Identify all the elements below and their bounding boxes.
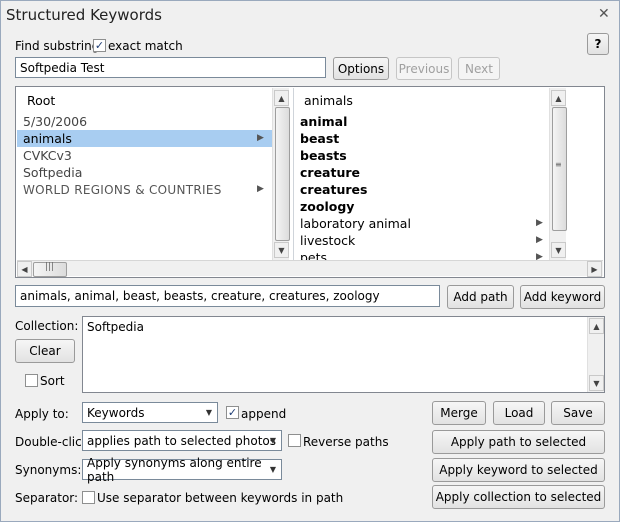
double-click-value: applies path to selected photos <box>87 433 276 448</box>
list-item-label: beast <box>300 131 340 146</box>
submenu-arrow-icon: ▶ <box>257 184 264 194</box>
list-item-label: pets <box>300 250 328 260</box>
list-item-label: zoology <box>300 199 355 214</box>
list-item[interactable]: animal <box>294 113 549 130</box>
find-substring-input[interactable]: Softpedia Test <box>15 57 326 78</box>
close-icon[interactable]: ✕ <box>598 6 610 22</box>
root-column-scrollbar[interactable]: ▲ ▼ <box>272 88 290 260</box>
grip-icon: ||| <box>45 262 55 272</box>
list-item-label: livestock <box>300 233 356 248</box>
check-icon: ✓ <box>227 406 238 419</box>
apply-to-value: Keywords <box>87 405 145 420</box>
scroll-thumb[interactable]: ||| <box>33 262 67 277</box>
sort-checkbox[interactable] <box>25 374 38 387</box>
scroll-down-arrow-icon[interactable]: ▼ <box>589 375 604 391</box>
animals-column: animals animal beast beasts creature creatur… <box>293 88 549 260</box>
scroll-right-arrow-icon[interactable]: ▶ <box>587 261 602 277</box>
next-button[interactable]: Next <box>458 57 500 80</box>
add-keyword-button[interactable]: Add keyword <box>520 285 605 309</box>
options-button[interactable]: Options <box>333 57 389 80</box>
list-item[interactable]: livestock ▶ <box>294 232 549 249</box>
animals-column-scrollbar[interactable]: ▲ ≡ ▼ <box>549 88 567 260</box>
scroll-up-arrow-icon[interactable]: ▲ <box>551 90 566 106</box>
exact-match-label: exact match <box>108 39 183 53</box>
window-title: Structured Keywords <box>6 6 162 24</box>
list-item[interactable]: zoology <box>294 198 549 215</box>
list-item-label: CVKCv3 <box>23 148 72 163</box>
submenu-arrow-icon: ▶ <box>536 218 543 228</box>
check-icon: ✓ <box>94 39 105 52</box>
merge-button[interactable]: Merge <box>432 401 486 425</box>
previous-button[interactable]: Previous <box>396 57 452 80</box>
list-item-label: animal <box>300 114 348 129</box>
chevron-down-icon: ▼ <box>205 408 212 417</box>
submenu-arrow-icon: ▶ <box>536 235 543 245</box>
list-item-label: creatures <box>300 182 368 197</box>
keyword-path-input[interactable]: animals, animal, beast, beasts, creature… <box>15 285 440 307</box>
list-item-label: WORLD REGIONS & COUNTRIES <box>23 182 222 197</box>
synonyms-label: Synonyms: <box>15 463 82 477</box>
submenu-arrow-icon: ▶ <box>536 252 543 260</box>
list-item[interactable]: WORLD REGIONS & COUNTRIES ▶ <box>17 181 272 198</box>
collection-text: Softpedia <box>87 320 144 334</box>
separator-label: Separator: <box>15 491 79 505</box>
scroll-left-arrow-icon[interactable]: ◀ <box>17 261 32 277</box>
scroll-up-arrow-icon[interactable]: ▲ <box>589 318 604 334</box>
collection-textarea[interactable]: Softpedia ▲ ▼ <box>82 316 605 393</box>
list-item-label: laboratory animal <box>300 216 411 231</box>
apply-keyword-to-selected-button[interactable]: Apply keyword to selected <box>432 458 605 482</box>
chevron-down-icon: ▼ <box>269 436 276 445</box>
scroll-down-arrow-icon[interactable]: ▼ <box>274 242 289 258</box>
scroll-thumb[interactable]: ≡ <box>552 107 567 231</box>
scroll-up-arrow-icon[interactable]: ▲ <box>274 90 289 106</box>
grip-icon: ≡ <box>555 160 562 169</box>
list-item[interactable]: beast <box>294 130 549 147</box>
collection-scrollbar[interactable]: ▲ ▼ <box>587 317 604 392</box>
list-item-label: 5/30/2006 <box>23 114 88 129</box>
save-button[interactable]: Save <box>551 401 605 425</box>
sort-label: Sort <box>40 374 65 388</box>
append-label: append <box>241 407 287 421</box>
synonyms-select[interactable]: Apply synonyms along entire path ▼ <box>82 456 282 484</box>
use-separator-label: Use separator between keywords in path <box>97 491 344 505</box>
list-item-label: beasts <box>300 148 347 163</box>
load-button[interactable]: Load <box>493 401 545 425</box>
list-item-label: animals <box>23 131 72 146</box>
help-button[interactable]: ? <box>587 33 609 55</box>
reverse-paths-checkbox[interactable] <box>288 434 301 447</box>
root-column-header: Root <box>27 93 56 108</box>
exact-match-checkbox[interactable]: ✓ <box>93 39 106 52</box>
append-checkbox[interactable]: ✓ <box>226 406 239 419</box>
browser-horizontal-scrollbar[interactable]: ◀ ||| ▶ <box>17 260 603 277</box>
list-item-label: Softpedia <box>23 165 83 180</box>
submenu-arrow-icon: ▶ <box>257 133 264 143</box>
animals-column-header: animals <box>304 93 353 108</box>
double-click-select[interactable]: applies path to selected photos ▼ <box>82 430 282 451</box>
clear-button[interactable]: Clear <box>15 339 75 363</box>
scroll-thumb[interactable] <box>275 107 290 241</box>
find-substring-label: Find substring: <box>15 39 104 53</box>
scroll-down-arrow-icon[interactable]: ▼ <box>551 242 566 258</box>
list-item[interactable]: Softpedia <box>17 164 272 181</box>
list-item-label: creature <box>300 165 361 180</box>
apply-collection-to-selected-button[interactable]: Apply collection to selected <box>432 485 605 509</box>
chevron-down-icon: ▼ <box>269 465 276 474</box>
apply-to-select[interactable]: Keywords ▼ <box>82 402 218 423</box>
list-item[interactable]: 5/30/2006 <box>17 113 272 130</box>
add-path-button[interactable]: Add path <box>447 285 514 309</box>
apply-path-to-selected-button[interactable]: Apply path to selected <box>432 430 605 454</box>
list-item[interactable]: pets ▶ <box>294 249 549 260</box>
list-item[interactable]: CVKCv3 <box>17 147 272 164</box>
list-item[interactable]: laboratory animal ▶ <box>294 215 549 232</box>
list-item[interactable]: creatures <box>294 181 549 198</box>
list-item[interactable]: creature <box>294 164 549 181</box>
list-item[interactable]: animals ▶ <box>17 130 272 147</box>
root-column: Root 5/30/2006 animals ▶ CVKCv3 Softpedia WOR… <box>17 88 272 260</box>
use-separator-checkbox[interactable] <box>82 491 95 504</box>
apply-to-label: Apply to: <box>15 407 69 421</box>
list-item[interactable]: beasts <box>294 147 549 164</box>
reverse-paths-label: Reverse paths <box>303 435 389 449</box>
collection-label: Collection: <box>15 319 79 333</box>
synonyms-value: Apply synonyms along entire path <box>87 455 262 484</box>
